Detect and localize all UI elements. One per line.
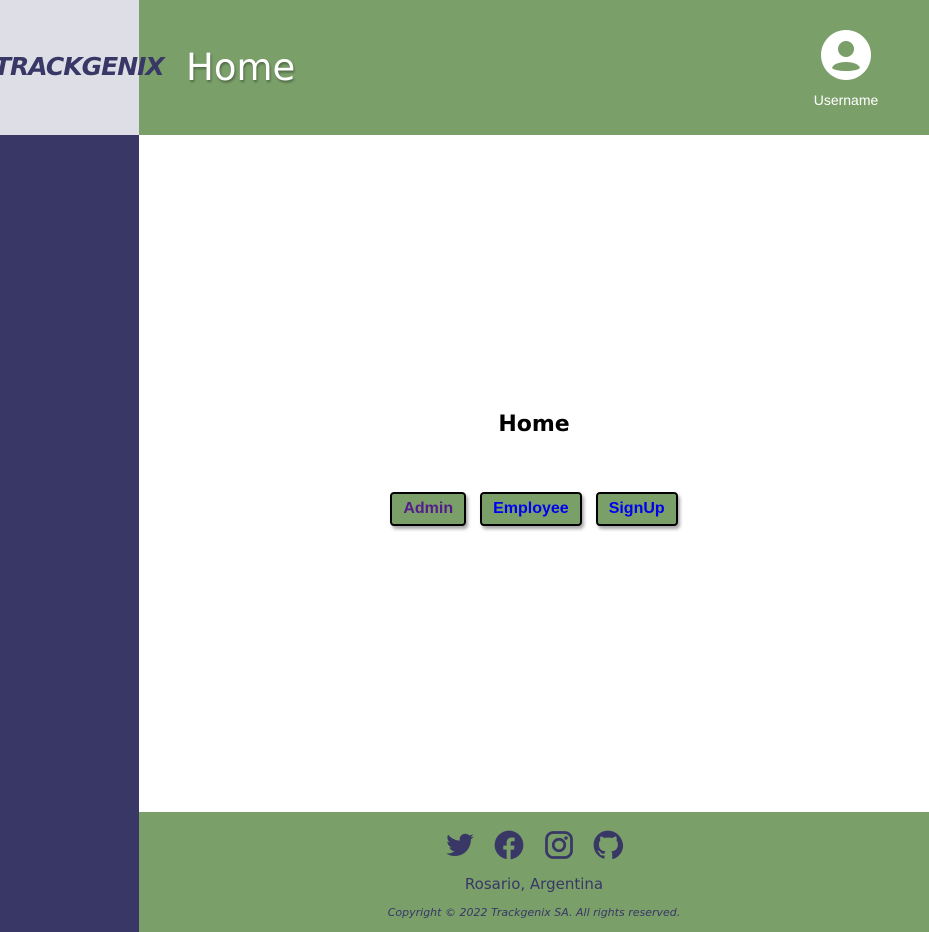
username-label: Username [813, 92, 879, 108]
instagram-icon[interactable] [544, 830, 574, 860]
employee-button[interactable]: Employee [480, 492, 582, 526]
social-links [139, 830, 929, 860]
footer-copyright: Copyright © 2022 Trackgenix SA. All righ… [387, 906, 681, 919]
github-icon[interactable] [593, 830, 623, 860]
footer-location: Rosario, Argentina [464, 875, 604, 893]
signup-button[interactable]: SignUp [595, 492, 678, 526]
main-heading: Home [498, 412, 570, 437]
facebook-icon[interactable] [494, 830, 524, 860]
user-avatar-icon[interactable] [821, 30, 871, 80]
nav-button-group: Admin Employee SignUp [139, 492, 929, 526]
sidebar [0, 135, 139, 932]
twitter-icon[interactable] [445, 830, 475, 860]
main-content: Home Admin Employee SignUp [139, 135, 929, 812]
page-title: Home [186, 46, 296, 89]
admin-button[interactable]: Admin [390, 492, 467, 526]
footer: Rosario, Argentina Copyright © 2022 Trac… [139, 812, 929, 932]
user-menu[interactable]: Username [811, 30, 881, 108]
logo-area: TRACKGENIX [0, 0, 165, 135]
header: Home Username [139, 0, 929, 135]
brand-logo[interactable]: TRACKGENIX [0, 52, 165, 81]
